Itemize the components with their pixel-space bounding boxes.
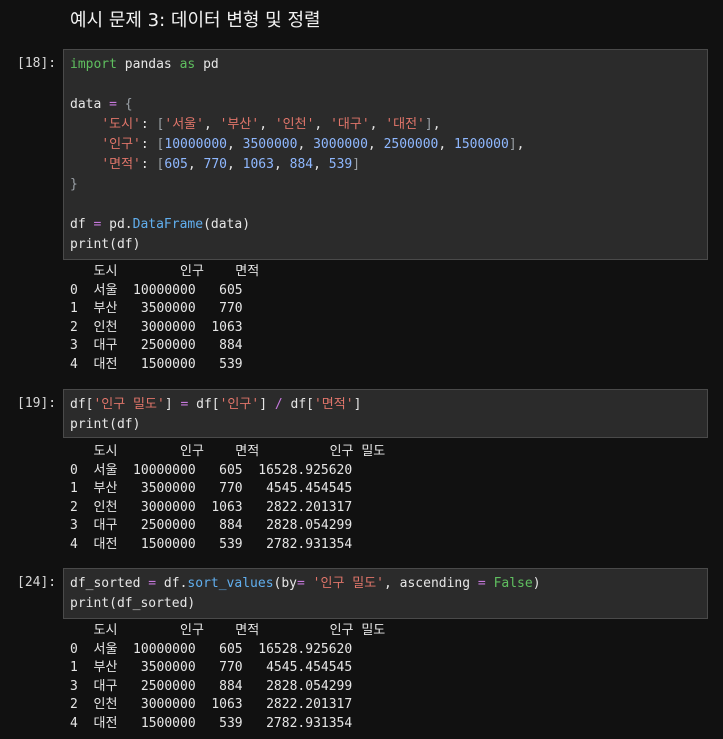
code-line: print(df_sorted) [70,596,196,611]
code-line: df['인구 밀도'] = df['인구'] / df['면적'] [70,397,362,412]
code-block: df['인구 밀도'] = df['인구'] / df['면적'] print(… [64,390,707,435]
cell-24-output: 도시 인구 면적 인구 밀도 0 서울 10000000 605 16528.9… [70,623,386,731]
notebook-heading: 예시 문제 3: 데이터 변형 및 정렬 [70,10,321,31]
code-block: df_sorted = df.sort_values(by= '인구 밀도', … [64,569,707,614]
code-line: print(df) [70,417,141,432]
code-line: import pandas as pd [70,57,219,72]
code-line: print(df) [70,237,141,252]
code-line: '인구': [10000000, 3500000, 3000000, 25000… [101,137,525,152]
cell-24-prompt: [24]: [17,575,57,590]
cell-19-prompt: [19]: [17,396,57,411]
code-line: '도시': ['서울', '부산', '인천', '대구', '대전'], [101,117,441,132]
code-line: df_sorted = df.sort_values(by= '인구 밀도', … [70,576,541,591]
cell-18-code-editor[interactable]: import pandas as pd data = { '도시': ['서울'… [63,49,708,260]
code-line: data = { [70,97,133,112]
cell-24-code-editor[interactable]: df_sorted = df.sort_values(by= '인구 밀도', … [63,568,708,619]
code-line: df = pd.DataFrame(data) [70,217,251,232]
code-block: import pandas as pd data = { '도시': ['서울'… [64,50,707,255]
cell-18-output: 도시 인구 면적 0 서울 10000000 605 1 부산 3500000 … [70,264,260,372]
cell-19-output: 도시 인구 면적 인구 밀도 0 서울 10000000 605 16528.9… [70,444,386,552]
code-line: } [70,177,78,192]
code-line: '면적': [605, 770, 1063, 884, 539] [101,157,361,172]
cell-19-code-editor[interactable]: df['인구 밀도'] = df['인구'] / df['면적'] print(… [63,389,708,438]
cell-18-prompt: [18]: [17,56,57,71]
